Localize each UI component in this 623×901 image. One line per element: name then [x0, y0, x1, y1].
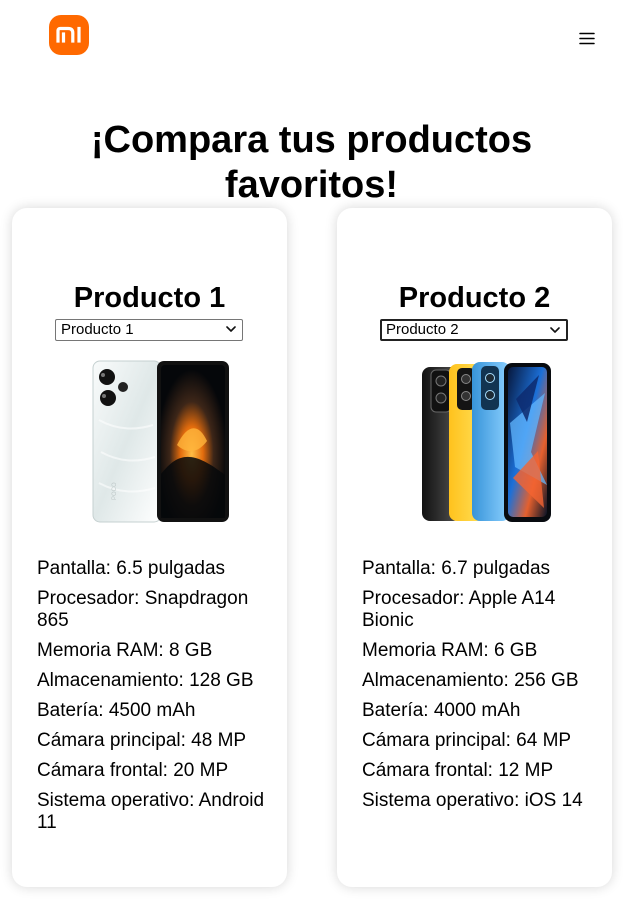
spec-item: Almacenamiento: 128 GB	[37, 670, 254, 691]
product-select-box[interactable]: Producto 2	[380, 319, 568, 341]
colorful-smartphones-image	[422, 362, 551, 522]
product-select-box[interactable]: Producto 1	[55, 319, 243, 341]
spec-item: Batería: 4000 mAh	[362, 700, 521, 721]
product-title: Producto 1	[73, 282, 226, 315]
spec-item: Procesador: Apple A14 Bionic	[362, 588, 556, 631]
spec-item: Sistema operativo: iOS 14	[362, 790, 583, 811]
chevron-down-icon	[226, 326, 236, 332]
product-selector-1[interactable]: Producto 1	[55, 319, 243, 341]
spec-item: Sistema operativo: Android 11	[37, 790, 265, 833]
selected-product: Producto 2	[386, 321, 459, 338]
spec-item: Pantalla: 6.5 pulgadas	[37, 558, 226, 579]
white-smartphone-image: POCO	[92, 360, 229, 523]
spec-item: Pantalla: 6.7 pulgadas	[362, 558, 551, 579]
spec-item: Memoria RAM: 6 GB	[362, 640, 538, 661]
product-title: Producto 2	[398, 282, 551, 315]
xiaomi-logo[interactable]	[49, 15, 89, 55]
chevron-down-icon	[550, 327, 560, 333]
hamburger-menu-icon	[579, 32, 595, 44]
spec-item: Procesador: Snapdragon 865	[37, 588, 249, 631]
spec-item: Cámara frontal: 12 MP	[362, 760, 554, 781]
page-title: ¡Compara tus productos favoritos!	[90, 119, 533, 207]
product-card-2: Producto 2 Producto 2 Pantalla: 6.7 pulg…	[337, 208, 612, 887]
product-comparison-page: ¡Compara tus productos favoritos! Produc…	[0, 0, 623, 901]
spec-item: Cámara principal: 64 MP	[362, 730, 572, 751]
mi-logo-icon	[56, 26, 81, 43]
spec-item: Cámara frontal: 20 MP	[37, 760, 229, 781]
spec-item: Batería: 4500 mAh	[37, 700, 196, 721]
specs-list: Pantalla: 6.5 pulgadas Procesador: Snapd…	[37, 558, 267, 842]
spec-item: Memoria RAM: 8 GB	[37, 640, 213, 661]
selected-product: Producto 1	[61, 321, 134, 338]
spec-item: Cámara principal: 48 MP	[37, 730, 247, 751]
product-card-1: Producto 1 Producto 1 POCO Pantalla: 6.5…	[12, 208, 287, 887]
specs-list: Pantalla: 6.7 pulgadas Procesador: Apple…	[362, 558, 592, 820]
svg-text:POCO: POCO	[112, 482, 118, 500]
header	[0, 0, 623, 80]
spec-item: Almacenamiento: 256 GB	[362, 670, 579, 691]
menu-button[interactable]	[578, 29, 596, 47]
product-selector-2[interactable]: Producto 2	[380, 319, 568, 341]
